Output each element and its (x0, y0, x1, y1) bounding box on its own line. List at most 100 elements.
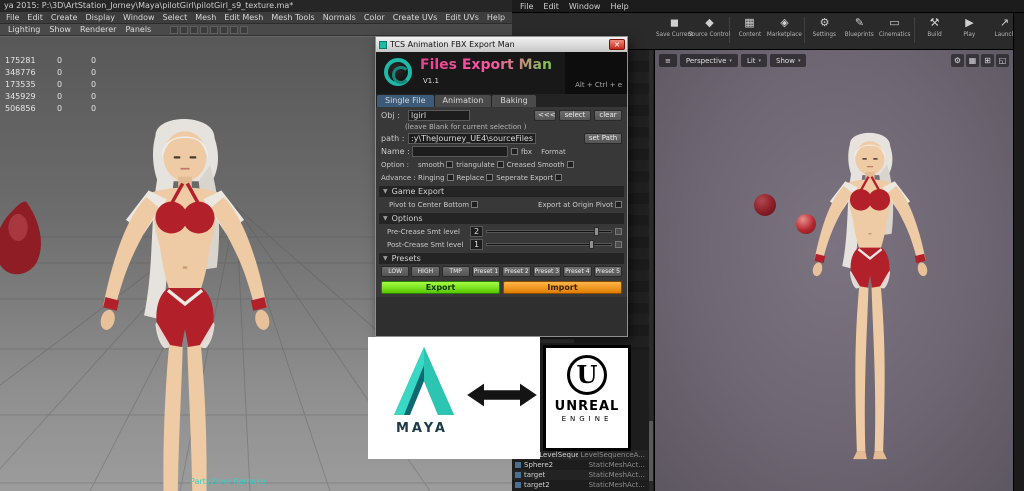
name-input[interactable] (412, 146, 508, 157)
rotation-snap-icon[interactable]: ⊞ (981, 54, 994, 67)
slider-option-box[interactable] (615, 228, 622, 235)
import-button[interactable]: Import (503, 281, 622, 294)
camera-speed-icon[interactable]: ⚙ (951, 54, 964, 67)
maya-menu-help[interactable]: Help (487, 12, 505, 23)
pre-crease-slider[interactable] (486, 227, 612, 236)
tab-baking[interactable]: Baking (492, 95, 536, 107)
seperate-export-checkbox[interactable] (555, 174, 563, 181)
dialog-title-bar[interactable]: TCS Animation FBX Export Man × (376, 37, 627, 52)
scrollbar-thumb[interactable] (649, 421, 653, 481)
maya-menu-color[interactable]: Color (364, 12, 385, 23)
settings-button[interactable]: ⚙ Settings (807, 15, 842, 38)
maya-panel-menu-renderer[interactable]: Renderer (80, 24, 117, 36)
viewport-toggle-icon[interactable] (220, 25, 229, 34)
post-crease-slider[interactable] (486, 240, 612, 249)
fbx-checkbox[interactable] (511, 148, 518, 155)
play-button[interactable]: ▶ Play (952, 15, 987, 38)
preset-2-button[interactable]: Preset 2 (502, 266, 531, 277)
ue-viewport[interactable]: ≡ Perspective ▾ Lit ▾ Show ▾ ⚙ ▦ ⊞ ◱ (655, 50, 1013, 491)
viewport-toggle-icon[interactable] (240, 25, 249, 34)
blueprints-button[interactable]: ✎ Blueprints (842, 15, 877, 38)
section-game-export[interactable]: ▼ Game Export (379, 186, 624, 197)
perspective-dropdown[interactable]: Perspective ▾ (679, 54, 738, 67)
maya-menu-normals[interactable]: Normals (323, 12, 356, 23)
viewport-toggle-icon[interactable] (210, 25, 219, 34)
creased-smooth-checkbox[interactable] (566, 161, 574, 168)
viewport-options-button[interactable]: ≡ (659, 54, 677, 67)
prev-button[interactable]: <<< (534, 110, 556, 121)
show-dropdown[interactable]: Show ▾ (770, 54, 807, 67)
preset-low-button[interactable]: LOW (381, 266, 410, 277)
section-options[interactable]: ▼ Options (379, 213, 624, 224)
ue-menu-file[interactable]: File (520, 0, 533, 12)
preset-1-button[interactable]: Preset 1 (471, 266, 501, 277)
red-sphere-mesh[interactable] (754, 194, 776, 216)
viewport-toggle-icon[interactable] (180, 25, 189, 34)
smooth-checkbox[interactable] (446, 161, 454, 168)
section-presets[interactable]: ▼ Presets (379, 253, 624, 264)
preset-4-button[interactable]: Preset 4 (563, 266, 592, 277)
viewport-toggle-icon[interactable] (170, 25, 179, 34)
tab-single-file[interactable]: Single File (377, 95, 434, 107)
slider-thumb[interactable] (588, 240, 594, 249)
red-teardrop-mesh[interactable] (0, 195, 48, 287)
maya-menu-mesh-tools[interactable]: Mesh Tools (271, 12, 314, 23)
ue-menu-window[interactable]: Window (569, 0, 601, 12)
set-path-button[interactable]: set Path (584, 133, 622, 144)
pivot-center-checkbox[interactable] (471, 201, 479, 208)
export-button[interactable]: Export (381, 281, 500, 294)
select-button[interactable]: select (559, 110, 591, 121)
slider-thumb[interactable] (593, 227, 599, 236)
triangulate-checkbox[interactable] (496, 161, 504, 168)
source-control-button[interactable]: ◆ Source Control (689, 15, 731, 38)
ue-menu-help[interactable]: Help (610, 0, 628, 12)
replace-checkbox[interactable] (486, 174, 494, 181)
outliner-row[interactable]: Sphere2 StaticMeshAct... (512, 460, 648, 470)
viewport-toggle-icon[interactable] (190, 25, 199, 34)
preset-high-button[interactable]: HIGH (411, 266, 440, 277)
maya-menu-edit-mesh[interactable]: Edit Mesh (224, 12, 263, 23)
outliner-row[interactable]: target StaticMeshAct... (512, 470, 648, 480)
obj-input[interactable] (408, 110, 470, 121)
outliner-scrollbar[interactable] (649, 50, 653, 491)
post-crease-value[interactable]: 1 (470, 239, 483, 250)
maya-menu-file[interactable]: File (6, 12, 19, 23)
maya-menu-create-uvs[interactable]: Create UVs (393, 12, 438, 23)
close-button[interactable]: × (609, 39, 625, 50)
cinematics-button[interactable]: ▭ Cinematics (877, 15, 912, 38)
grid-snap-icon[interactable]: ▦ (966, 54, 979, 67)
maya-menu-mesh[interactable]: Mesh (195, 12, 216, 23)
outliner-row[interactable]: target2 StaticMeshAct... (512, 480, 648, 490)
marketplace-button[interactable]: ◈ Marketplace (767, 15, 802, 38)
character-model[interactable] (60, 97, 310, 491)
maya-menu-create[interactable]: Create (51, 12, 78, 23)
path-input[interactable] (408, 133, 536, 144)
slider-option-box[interactable] (615, 241, 622, 248)
content-button[interactable]: ▦ Content (732, 15, 767, 38)
maya-menu-edit[interactable]: Edit (27, 12, 43, 23)
pre-crease-value[interactable]: 2 (470, 226, 483, 237)
maximize-viewport-icon[interactable]: ◱ (996, 54, 1009, 67)
preset-tmp-button[interactable]: TMP (441, 266, 470, 277)
lit-dropdown[interactable]: Lit ▾ (740, 54, 768, 67)
maya-menu-display[interactable]: Display (85, 12, 115, 23)
maya-panel-menu-show[interactable]: Show (49, 24, 71, 36)
preset-5-button[interactable]: Preset 5 (593, 266, 622, 277)
maya-panel-menu-lighting[interactable]: Lighting (8, 24, 40, 36)
save-current-button[interactable]: ◼ Save Current (656, 15, 693, 38)
character-model[interactable] (785, 118, 955, 473)
maya-menu-window[interactable]: Window (123, 12, 155, 23)
preset-3-button[interactable]: Preset 3 (532, 266, 562, 277)
viewport-toggle-icon[interactable] (230, 25, 239, 34)
maya-panel-menu-panels[interactable]: Panels (125, 24, 151, 36)
maya-menu-select[interactable]: Select (163, 12, 188, 23)
viewport-toggle-icon[interactable] (200, 25, 209, 34)
fbx-label: fbx (521, 147, 533, 156)
ue-menu-edit[interactable]: Edit (543, 0, 559, 12)
ringing-checkbox[interactable] (446, 174, 454, 181)
origin-pivot-checkbox[interactable] (615, 201, 622, 208)
build-button[interactable]: ⚒ Build (917, 15, 952, 38)
clear-button[interactable]: clear (594, 110, 622, 121)
maya-menu-edit-uvs[interactable]: Edit UVs (445, 12, 479, 23)
tab-animation[interactable]: Animation (434, 95, 492, 107)
